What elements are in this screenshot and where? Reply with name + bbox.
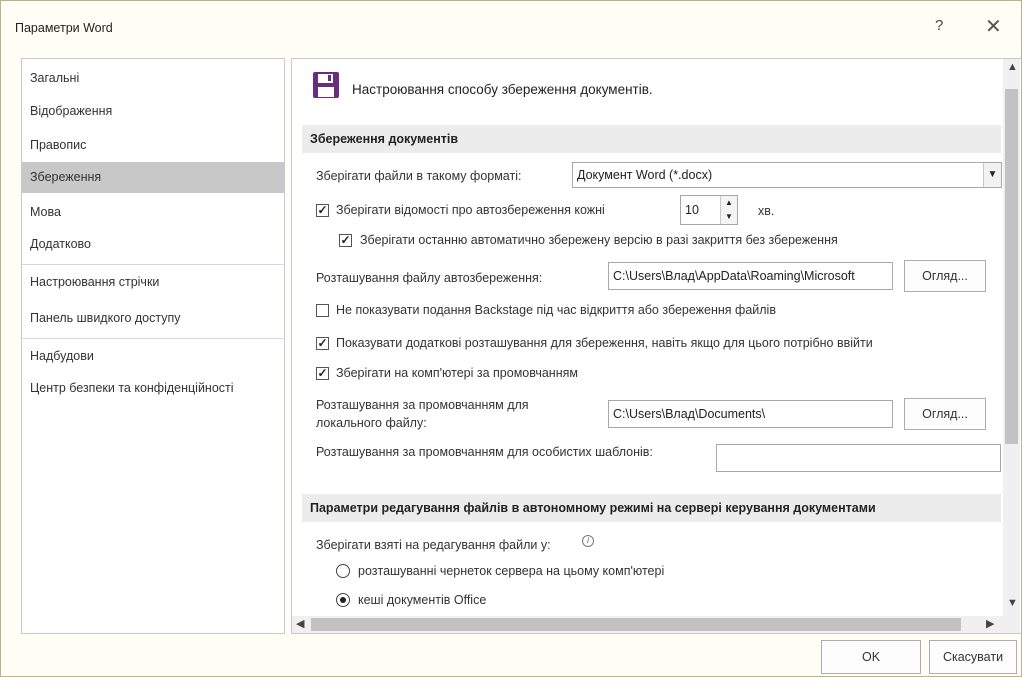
- browse-autorecover-button[interactable]: Огляд...: [904, 260, 986, 292]
- close-button[interactable]: ✕: [985, 14, 1002, 39]
- sidebar-item-advanced[interactable]: Додатково: [22, 229, 284, 260]
- local-location-label: Розташування за промовчанням для локальн…: [316, 398, 529, 430]
- vertical-scroll-thumb[interactable]: [1005, 89, 1018, 444]
- local-location-value: C:\Users\Влад\Documents\: [613, 407, 766, 421]
- format-dropdown[interactable]: Документ Word (*.docx) ▼: [572, 162, 1002, 188]
- sidebar-item-general[interactable]: Загальні: [22, 63, 284, 94]
- horizontal-scrollbar[interactable]: ◀ ▶: [292, 616, 1003, 633]
- info-icon: i: [582, 535, 594, 547]
- autosave-checkbox[interactable]: ✓: [316, 204, 329, 217]
- save-to-computer-checkbox[interactable]: ✓: [316, 367, 329, 380]
- sidebar-item-addins[interactable]: Надбудови: [22, 341, 284, 372]
- spinner-down-icon[interactable]: ▼: [720, 210, 737, 224]
- sidebar-item-language[interactable]: Мова: [22, 197, 284, 228]
- autosave-label: Зберігати відомості про автозбереження к…: [336, 203, 605, 217]
- horizontal-scroll-thumb[interactable]: [311, 618, 961, 631]
- vertical-scrollbar[interactable]: ▲ ▼: [1003, 59, 1020, 616]
- local-location-input[interactable]: C:\Users\Влад\Documents\: [608, 400, 893, 428]
- spinner-up-icon[interactable]: ▲: [720, 196, 737, 211]
- word-options-dialog: Параметри Word ? ✕ Загальні Відображення…: [0, 0, 1022, 677]
- scroll-left-icon[interactable]: ◀: [296, 617, 304, 630]
- scroll-up-icon[interactable]: ▲: [1007, 61, 1018, 73]
- autosave-minutes-value: 10: [685, 203, 699, 217]
- section-header-offline-editing: Параметри редагування файлів в автономно…: [302, 494, 1001, 522]
- radio-server-drafts[interactable]: [336, 564, 350, 578]
- ok-button[interactable]: OK: [821, 640, 921, 674]
- scroll-right-icon[interactable]: ▶: [986, 617, 994, 630]
- help-button[interactable]: ?: [935, 17, 943, 34]
- scroll-down-icon[interactable]: ▼: [1007, 597, 1018, 609]
- radio-selected-dot: [340, 597, 346, 603]
- no-backstage-checkbox[interactable]: [316, 304, 329, 317]
- sidebar-item-customize-ribbon[interactable]: Настроювання стрічки: [22, 267, 284, 298]
- sidebar-item-display[interactable]: Відображення: [22, 96, 284, 127]
- sidebar-item-quick-access-toolbar[interactable]: Панель швидкого доступу: [22, 303, 284, 334]
- save-checked-out-label: Зберігати взяті на редагування файли у:: [316, 538, 551, 552]
- autorecover-location-label: Розташування файлу автозбереження:: [316, 271, 543, 285]
- sidebar-item-proofing[interactable]: Правопис: [22, 130, 284, 161]
- keep-last-version-checkbox[interactable]: ✓: [339, 234, 352, 247]
- sidebar-item-save[interactable]: Збереження: [22, 162, 284, 193]
- format-label: Зберігати файли в такому форматі:: [316, 169, 522, 183]
- no-backstage-label: Не показувати подання Backstage під час …: [336, 303, 776, 317]
- sidebar-divider: [22, 338, 284, 339]
- format-dropdown-value: Документ Word (*.docx): [577, 168, 713, 182]
- sidebar-item-trust-center[interactable]: Центр безпеки та конфіденційності: [22, 373, 284, 404]
- keep-last-version-label: Зберігати останню автоматично збережену …: [360, 233, 838, 247]
- templates-location-input[interactable]: [716, 444, 1001, 472]
- window-title: Параметри Word: [15, 21, 113, 35]
- autosave-unit: хв.: [758, 204, 775, 218]
- browse-local-location-button[interactable]: Огляд...: [904, 398, 986, 430]
- page-title: Настроювання способу збереження документ…: [352, 82, 653, 97]
- cancel-button[interactable]: Скасувати: [929, 640, 1017, 674]
- sidebar-divider: [22, 264, 284, 265]
- autorecover-location-value: C:\Users\Влад\AppData\Roaming\Microsoft: [613, 269, 855, 283]
- section-header-save-documents: Збереження документів: [302, 125, 1001, 153]
- show-additional-locations-label: Показувати додаткові розташування для зб…: [336, 336, 873, 350]
- scrollbar-corner: [1003, 616, 1020, 633]
- save-icon: [312, 71, 340, 99]
- radio-server-drafts-label: розташуванні чернеток сервера на цьому к…: [358, 564, 665, 578]
- templates-location-label: Розташування за промовчанням для особист…: [316, 445, 653, 459]
- save-to-computer-label: Зберігати на комп'ютері за промовчанням: [336, 366, 578, 380]
- chevron-down-icon[interactable]: ▼: [983, 163, 1001, 187]
- title-bar: Параметри Word ? ✕: [1, 1, 1021, 49]
- show-additional-locations-checkbox[interactable]: ✓: [316, 337, 329, 350]
- autorecover-location-input[interactable]: C:\Users\Влад\AppData\Roaming\Microsoft: [608, 262, 893, 290]
- radio-office-cache-label: кеші документів Office: [358, 593, 487, 607]
- radio-office-cache[interactable]: [336, 593, 350, 607]
- sidebar-nav: Загальні Відображення Правопис Збереженн…: [21, 58, 285, 634]
- save-options-panel: Настроювання способу збереження документ…: [291, 58, 1021, 634]
- autosave-minutes-input[interactable]: 10 ▲ ▼: [680, 195, 738, 225]
